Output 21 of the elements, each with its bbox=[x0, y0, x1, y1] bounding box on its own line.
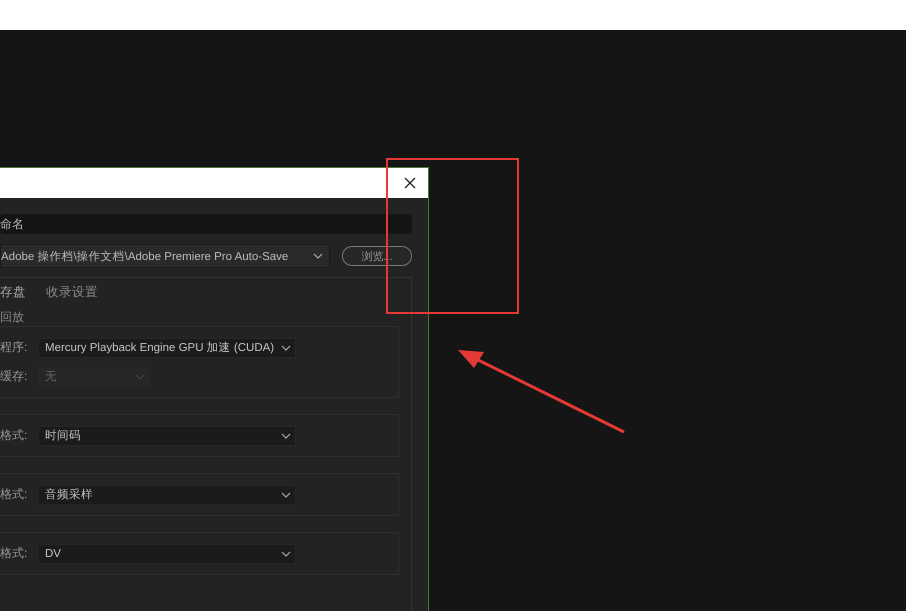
caret-icon bbox=[281, 344, 291, 350]
tab[interactable]: 收录设置 bbox=[46, 284, 98, 300]
caret-icon bbox=[281, 492, 291, 498]
field-label: 缓存: bbox=[0, 368, 28, 385]
field-label: 格式: bbox=[0, 545, 28, 562]
caret-icon bbox=[281, 550, 291, 556]
dropdown[interactable]: 时间码 bbox=[38, 426, 296, 446]
close-icon[interactable] bbox=[402, 175, 418, 191]
group-title: 回放 bbox=[0, 310, 25, 324]
dropdown[interactable]: DV bbox=[38, 544, 296, 564]
caret-icon bbox=[135, 374, 145, 380]
caret-icon bbox=[313, 253, 323, 259]
field-label: 程序: bbox=[0, 339, 28, 356]
field-label: 格式: bbox=[0, 486, 28, 503]
caret-icon bbox=[281, 432, 291, 438]
dropdown[interactable]: 音频采样 bbox=[38, 484, 296, 504]
dropdown[interactable]: Mercury Playback Engine GPU 加速 (CUDA) bbox=[38, 338, 296, 358]
name-field[interactable]: 命名 bbox=[0, 214, 412, 234]
location-dropdown[interactable]: Adobe 操作档\操作文档\Adobe Premiere Pro Auto-Save bbox=[0, 244, 330, 268]
tab[interactable]: 存盘 bbox=[0, 284, 26, 300]
field-label: 格式: bbox=[0, 427, 28, 444]
